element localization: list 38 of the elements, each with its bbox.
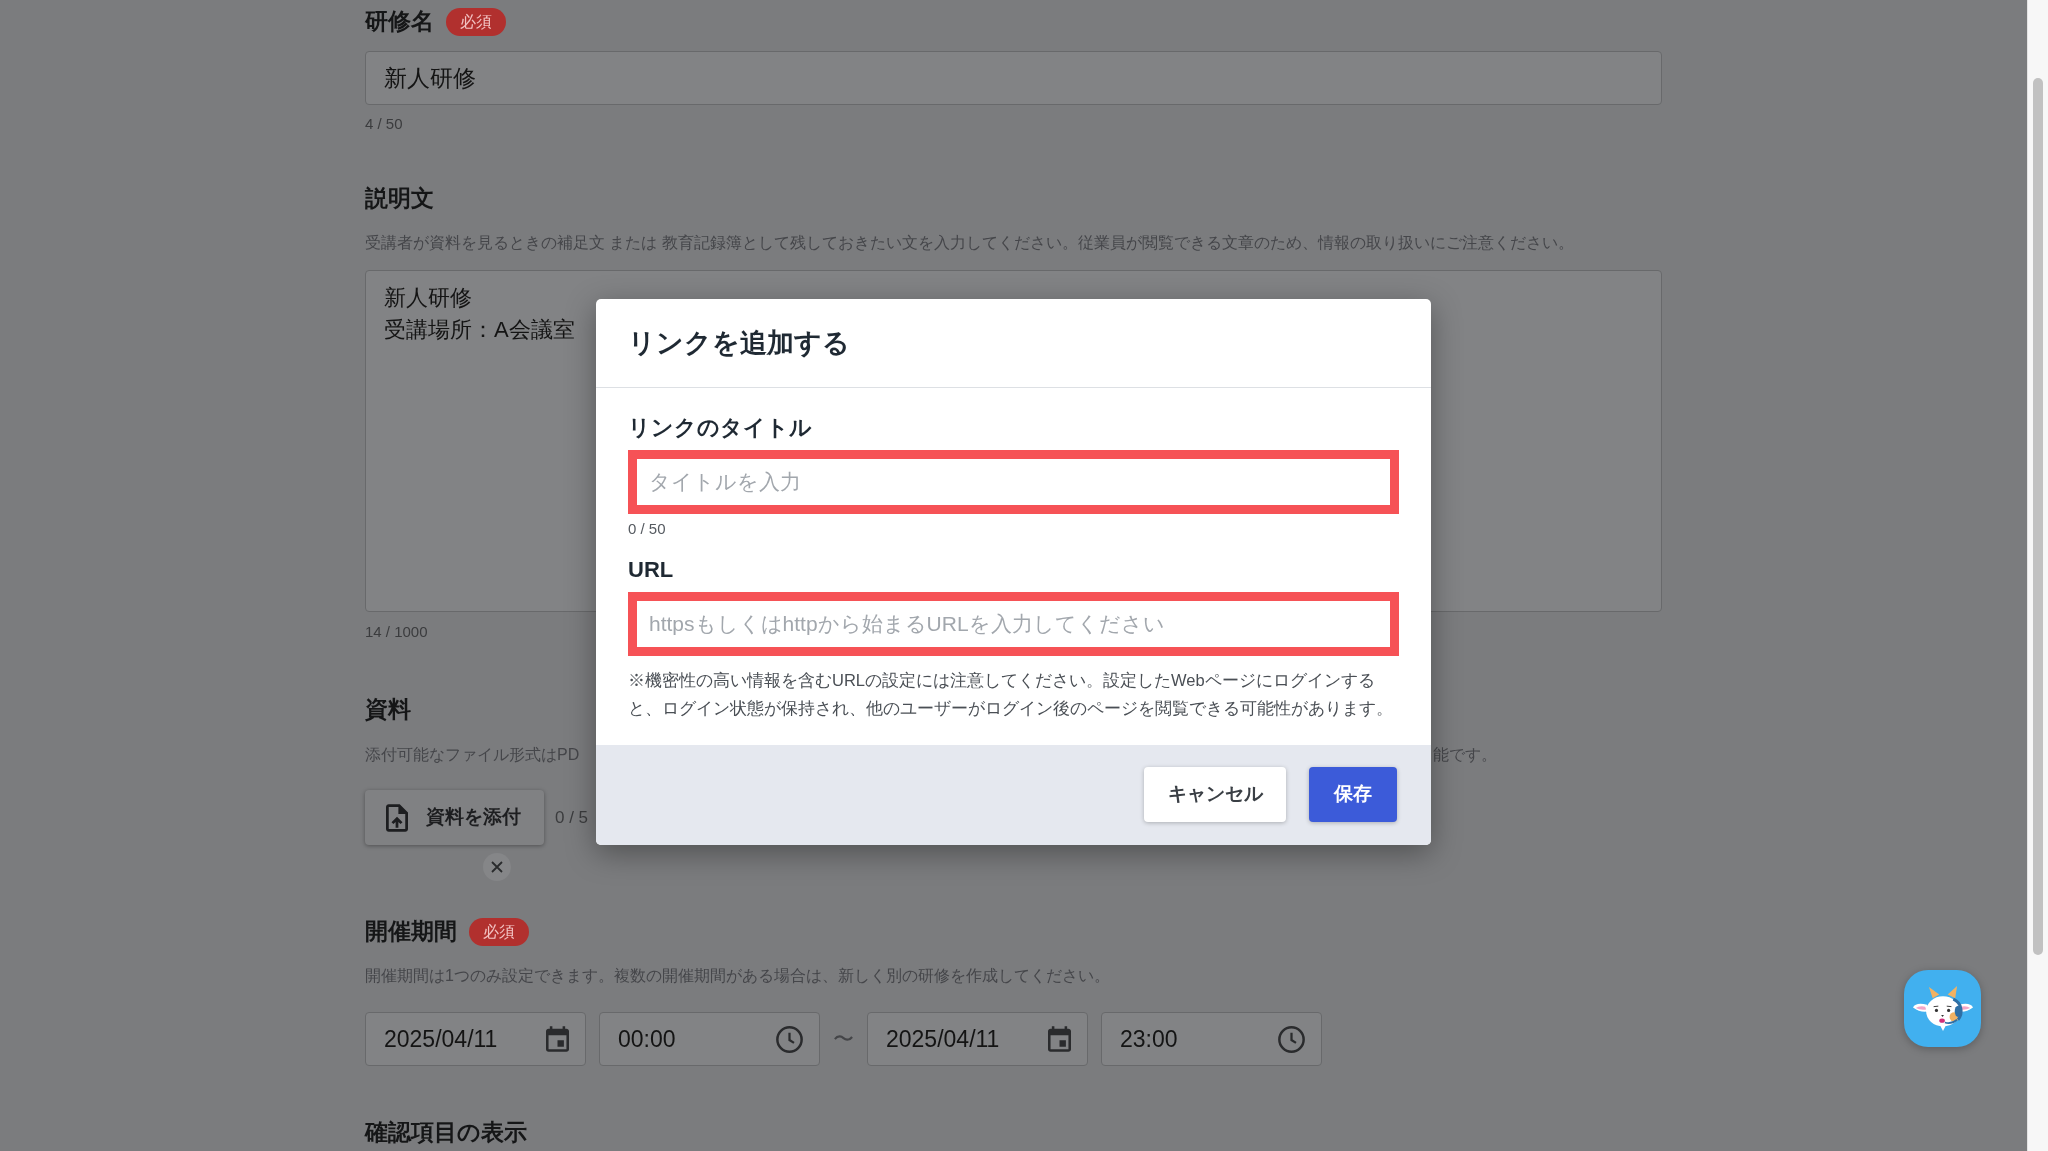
goat-icon	[1912, 986, 1973, 1031]
text-line: 受講場所：A会議室	[384, 316, 575, 344]
scrollbar-thumb[interactable]	[2033, 78, 2043, 955]
remove-button[interactable]	[483, 853, 511, 881]
cancel-button[interactable]: キャンセル	[1144, 767, 1286, 822]
character-counter: 14 / 1000	[365, 622, 428, 642]
calendar-icon	[1048, 1026, 1071, 1052]
clock-icon	[1278, 1025, 1305, 1053]
required-badge: 必須	[469, 918, 529, 946]
dialog-title: リンクを追加する	[628, 326, 850, 360]
range-separator: 〜	[833, 1026, 854, 1053]
attach-button[interactable]: 資料を添付	[365, 790, 544, 845]
character-counter: 0 / 50	[628, 518, 666, 539]
text-line: 新人研修	[384, 284, 472, 312]
field-label: 資料	[365, 696, 411, 724]
text-input[interactable]: httpsもしくはhttpから始まるURLを入力してください	[628, 591, 1399, 656]
required-badge: 必須	[446, 8, 506, 36]
text-input[interactable]: 新人研修	[365, 51, 1662, 105]
date-field[interactable]: 2025/04/11	[365, 1012, 586, 1066]
clock-icon	[776, 1025, 803, 1053]
field-label: リンクのタイトル	[628, 413, 812, 442]
field-label: 研修名	[365, 8, 434, 36]
text-input[interactable]: タイトルを入力	[628, 449, 1399, 514]
time-field[interactable]: 00:00	[599, 1012, 820, 1066]
field-label: 説明文	[365, 185, 434, 213]
character-counter: 4 / 50	[365, 114, 403, 134]
warning-note: ※機密性の高い情報を含むURLの設定には注意してください。設定したWebページにログインすると、ログイン状態が保持され、他のユーザーがログイン後のページを閲覧できる可能性があります。	[628, 669, 1394, 719]
field-label: 開催期間	[365, 918, 457, 946]
file-count: 0 / 5	[555, 806, 589, 829]
upload-file-icon	[386, 803, 408, 832]
field-label: URL	[628, 555, 674, 584]
chat-button[interactable]	[1904, 970, 1981, 1047]
calendar-icon	[546, 1026, 569, 1052]
date-field[interactable]: 2025/04/11	[867, 1012, 1088, 1066]
close-icon	[491, 861, 503, 873]
field-label: 確認項目の表示	[365, 1119, 527, 1147]
time-field[interactable]: 23:00	[1101, 1012, 1322, 1066]
save-button[interactable]: 保存	[1309, 767, 1397, 822]
